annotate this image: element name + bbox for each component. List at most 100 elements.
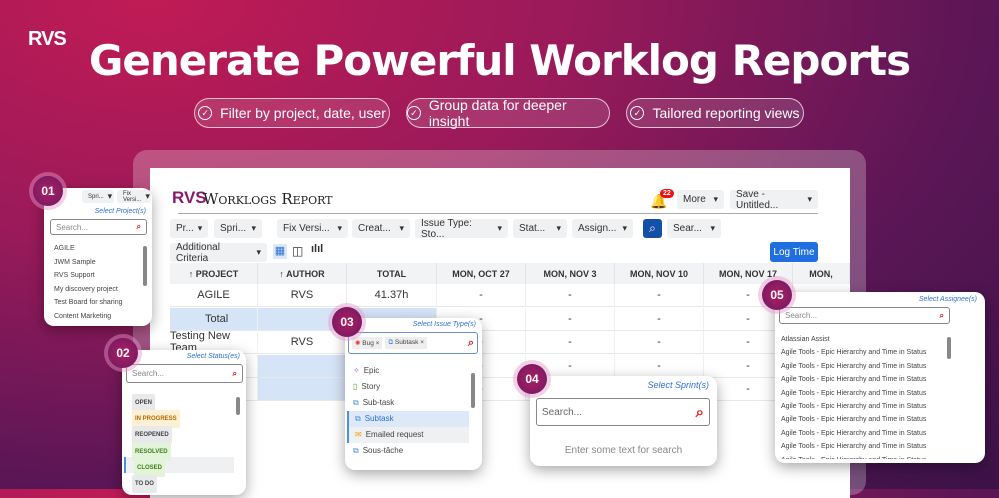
empty-message: Enter some text for search — [564, 445, 683, 456]
assignee-option[interactable]: Agile Tools - Epic Hierarchy and Time in… — [771, 427, 956, 440]
status-option[interactable]: TO DO — [124, 473, 234, 493]
issue-type-option[interactable]: ✉ Emailed request — [347, 427, 469, 443]
additional-criteria-button[interactable]: Additional Criteria — [170, 241, 267, 264]
table-cell-week: - — [615, 284, 704, 307]
filter-label: Assign... — [578, 223, 617, 234]
filter-button[interactable]: Spri... — [214, 219, 262, 238]
filter-button[interactable]: Fix Versi... — [277, 219, 348, 238]
project-option[interactable]: My discovery project — [44, 283, 144, 297]
table-cell-total: 41.37h — [347, 284, 437, 307]
issue-type-option[interactable]: ⧉ Sub-task — [347, 395, 469, 411]
grid-view-icon[interactable]: ▦ — [273, 244, 287, 259]
filter-button[interactable]: Stat... — [513, 219, 567, 238]
project-option[interactable]: Content Marketing — [44, 310, 144, 324]
step-badge: 01 — [33, 176, 63, 206]
column-header[interactable]: TOTAL — [347, 263, 437, 284]
table-cell-week: - — [526, 331, 615, 355]
issue-type-option[interactable]: ▯ Story — [347, 379, 469, 395]
additional-label: Additional Criteria — [176, 241, 220, 264]
popup-label: Select Status(es) — [186, 353, 240, 360]
filter-button[interactable]: Assign... — [572, 219, 633, 238]
assignee-option[interactable]: Agile Tools - Epic Hierarchy and Time in… — [771, 346, 956, 359]
column-header[interactable]: MON, — [793, 263, 850, 284]
project-search-input[interactable]: Search... ⌕ — [50, 219, 147, 235]
issue-type-icon: ⧉ — [355, 414, 361, 423]
assignee-option[interactable]: Agile Tools - Epic Hierarchy and Time in… — [771, 454, 956, 459]
divider — [178, 213, 818, 214]
sprint-select-popup: Select Sprint(s) Search... ⌕ Enter some t… — [530, 376, 717, 466]
placeholder: Search... — [785, 311, 818, 320]
project-option[interactable]: JWM Sample — [44, 256, 144, 270]
status-option[interactable]: OPEN — [124, 392, 234, 412]
assignee-option[interactable]: Agile Tools - Epic Hierarchy and Time in… — [771, 440, 956, 453]
column-header[interactable]: MON, NOV 3 — [526, 263, 615, 284]
fixversion-filter-button[interactable]: Fix Versi... — [117, 190, 151, 203]
assignee-option[interactable]: Agile Tools - Epic Hierarchy and Time in… — [771, 373, 956, 386]
scrollbar[interactable] — [471, 373, 475, 408]
table-cell-week: - — [615, 307, 704, 331]
search-icon: ⌕ — [939, 310, 944, 320]
scrollbar[interactable] — [947, 337, 951, 359]
column-header[interactable]: MON, NOV 10 — [615, 263, 704, 284]
scrollbar[interactable] — [236, 397, 240, 415]
scrollbar[interactable] — [143, 246, 147, 286]
step-badge: 04 — [517, 364, 547, 394]
assignee-option[interactable]: Agile Tools - Epic Hierarchy and Time in… — [771, 387, 956, 400]
filter-button[interactable]: Creat... — [352, 219, 410, 238]
subtask-icon: ⧉ — [388, 339, 394, 346]
assignee-option[interactable]: Agile Tools - Epic Hierarchy and Time in… — [771, 413, 956, 426]
status-option[interactable]: IN PROGRESS — [124, 408, 234, 429]
filter-label: Creat... — [358, 223, 391, 234]
filter-button[interactable]: Issue Type: Sto... — [415, 218, 508, 240]
more-label: More — [683, 194, 706, 205]
status-option[interactable]: RESOLVED — [124, 441, 234, 461]
project-option[interactable]: AGILE — [44, 242, 144, 256]
search-icon-button[interactable]: ⌕ — [643, 219, 662, 238]
feature-pill: ✓ Tailored reporting views — [626, 98, 804, 128]
log-time-button[interactable]: Log Time — [770, 242, 818, 262]
bug-icon: ✺ — [355, 340, 361, 347]
save-label: Save - Untitled... — [736, 188, 779, 211]
issue-type-option[interactable]: ✧ Epic — [347, 363, 469, 379]
app-logo: RVS — [172, 188, 207, 207]
filter-button[interactable]: Pr... — [170, 219, 208, 238]
step-badge: 05 — [762, 280, 792, 310]
column-header[interactable]: MON, OCT 27 — [437, 263, 526, 284]
chart-view-icon[interactable]: ılıl — [311, 243, 323, 255]
placeholder: Search... — [542, 406, 583, 418]
assignee-search-input[interactable]: Search... ⌕ — [779, 307, 950, 324]
sprint-filter-button[interactable]: Spri... — [82, 190, 114, 203]
issue-type-input[interactable]: ✺ Bug × ⧉ Subtask × ⌕ — [348, 332, 478, 354]
assignee-option[interactable]: Agile Tools - Epic Hierarchy and Time in… — [771, 360, 956, 373]
save-button[interactable]: Save - Untitled... — [730, 188, 818, 211]
issue-type-option[interactable]: ⧉ Sous-tâche — [347, 443, 469, 459]
issue-type-option[interactable]: ⧉ Subtask — [347, 411, 469, 427]
sprint-search-input[interactable]: Search... ⌕ — [536, 398, 710, 426]
search-icon: ⌕ — [232, 368, 237, 378]
table-cell-author — [258, 378, 347, 402]
filter-label: Spri... — [220, 223, 247, 234]
column-header[interactable]: ↑ AUTHOR — [258, 263, 347, 284]
search-icon: ⌕ — [695, 403, 704, 421]
layout-view-icon[interactable]: ◫ — [292, 244, 303, 258]
table-cell-author: RVS — [258, 331, 347, 355]
more-button[interactable]: More — [677, 190, 724, 209]
filter-label: Pr... — [176, 223, 194, 234]
table-cell-author — [258, 354, 347, 378]
status-search-input[interactable]: Search... ⌕ — [126, 364, 243, 383]
project-option[interactable]: Test Board for sharing — [44, 296, 144, 310]
issue-type-icon: ⧉ — [353, 446, 359, 455]
project-option[interactable]: RVS Support — [44, 269, 144, 283]
column-header[interactable]: ↑ PROJECT — [170, 263, 258, 284]
status-option[interactable]: CLOSED — [124, 456, 234, 477]
filter-button[interactable]: Sear... — [667, 219, 721, 238]
chip-label: Subtask — [394, 339, 419, 346]
assignee-option[interactable]: Atlassian Assist — [771, 333, 956, 346]
chip: ✺ Bug × — [352, 337, 383, 349]
status-select-popup: Select Status(es) Search... ⌕ OPEN IN PROG… — [122, 350, 246, 495]
step-badge: 02 — [108, 338, 138, 368]
assignee-option[interactable]: Agile Tools - Epic Hierarchy and Time in… — [771, 400, 956, 413]
table-cell-week: - — [615, 331, 704, 355]
issue-type-select-popup: Select Issue Type(s) ✺ Bug × ⧉ Subtask ×… — [345, 318, 482, 470]
label: Fix Versi... — [123, 190, 142, 203]
